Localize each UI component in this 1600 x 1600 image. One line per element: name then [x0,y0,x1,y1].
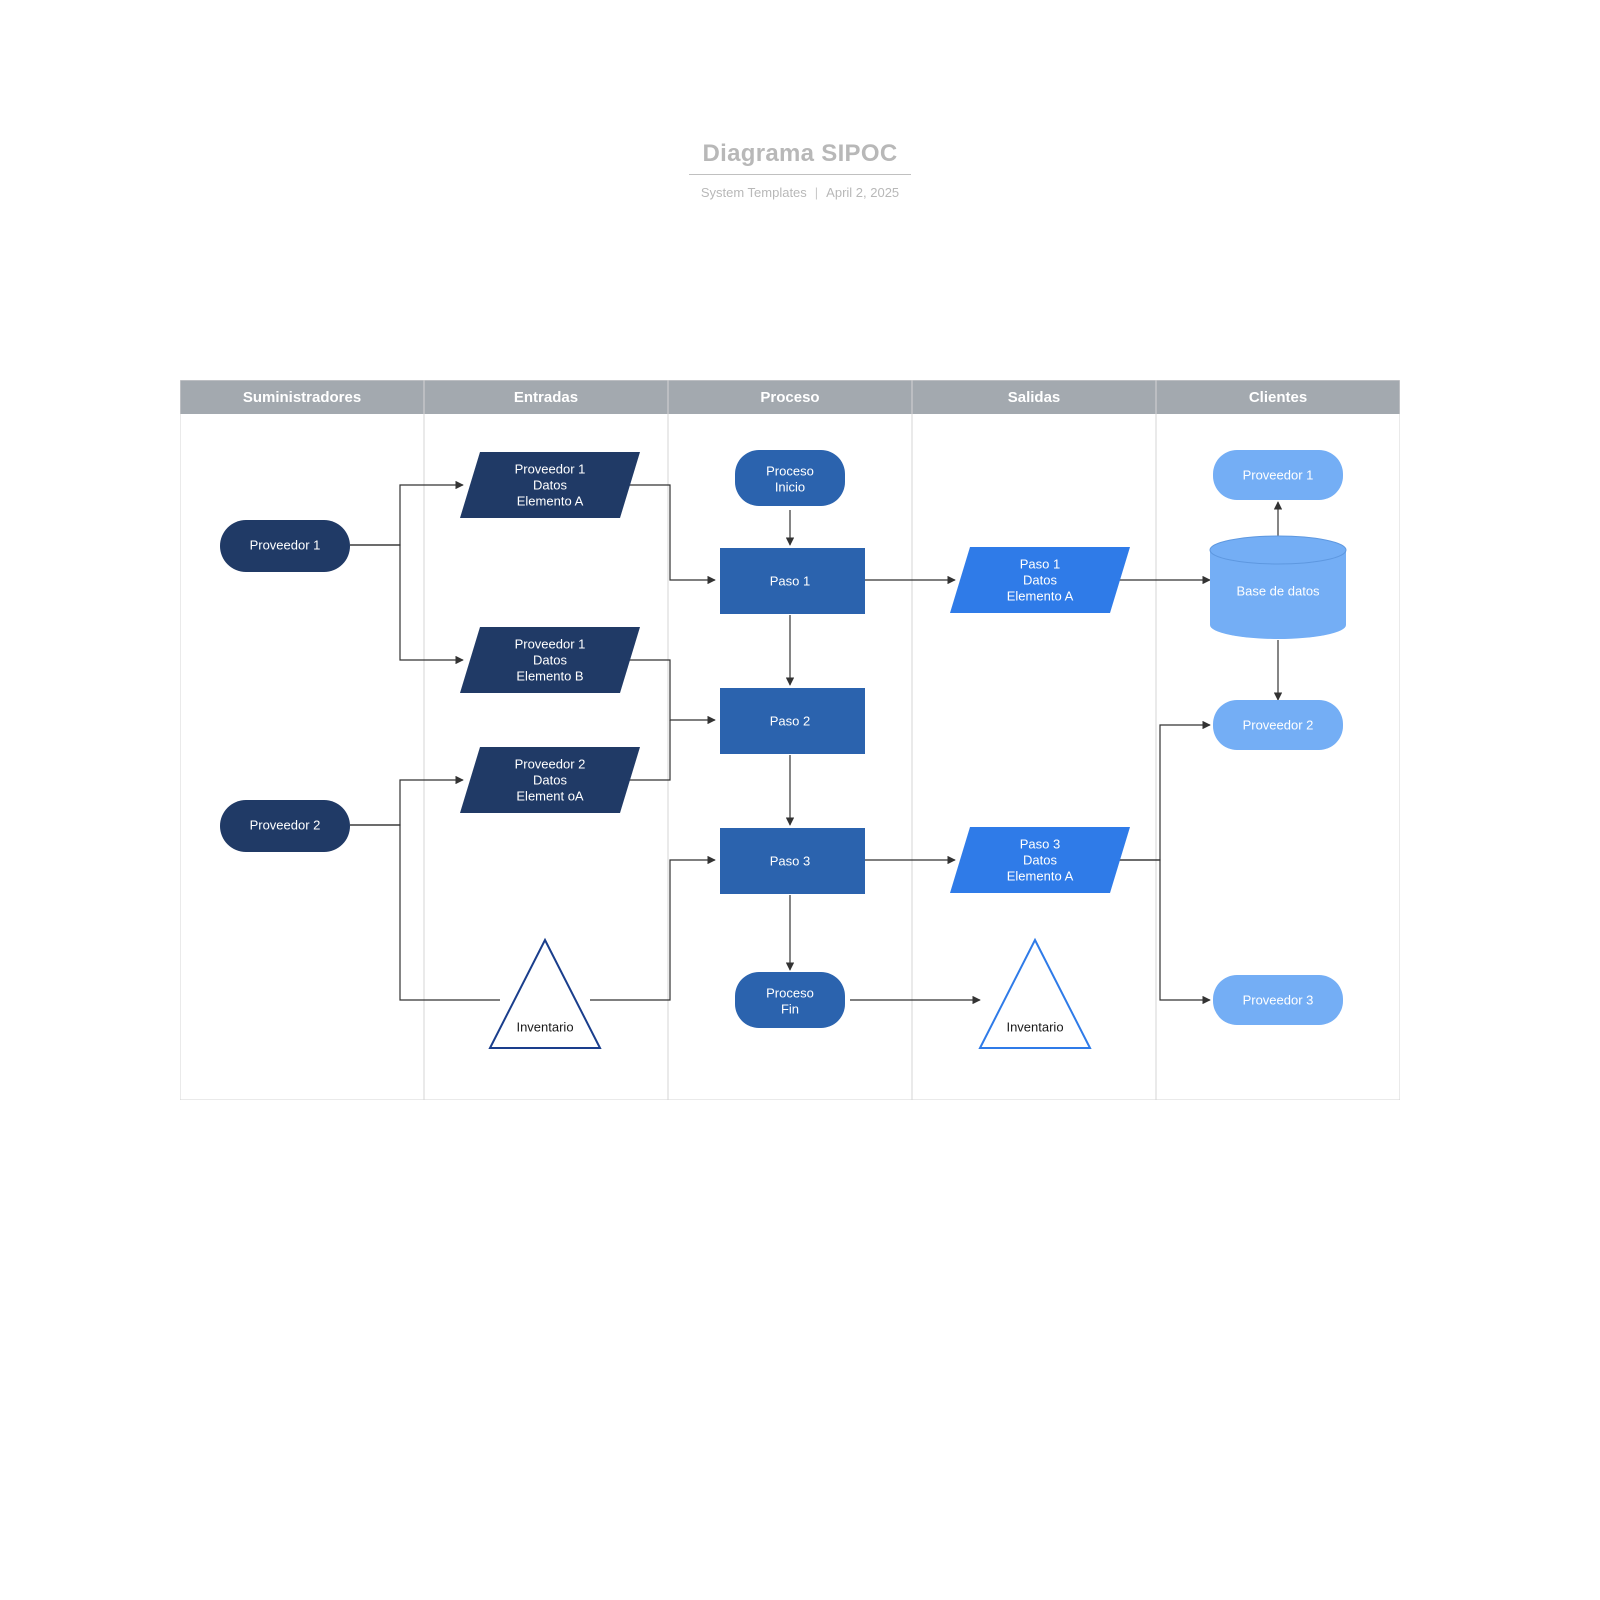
svg-text:Paso 1: Paso 1 [770,573,810,588]
inventory-in-node: Inventario [490,940,600,1048]
customer2-node: Proveedor 2 [1213,700,1343,750]
svg-text:Datos: Datos [533,772,567,787]
svg-text:Proveedor 2: Proveedor 2 [250,817,321,832]
svg-text:Inventario: Inventario [516,1019,573,1034]
output1-node: Paso 1 Datos Elemento A [950,547,1130,613]
output3-node: Paso 3 Datos Elemento A [950,827,1130,893]
diagram-meta: System Templates | April 2, 2025 [0,185,1600,200]
svg-text:Base de datos: Base de datos [1236,583,1320,598]
col-inputs: Entradas [514,389,578,406]
customer1-node: Proveedor 1 [1213,450,1343,500]
svg-text:Proveedor 2: Proveedor 2 [515,756,586,771]
step2-node: Paso 2 [720,688,865,754]
svg-text:Proveedor 3: Proveedor 3 [1243,992,1314,1007]
svg-text:Elemento A: Elemento A [517,493,584,508]
input2-node: Proveedor 1 Datos Elemento B [460,627,640,693]
svg-text:Proveedor 2: Proveedor 2 [1243,717,1314,732]
diagram-title: Diagrama SIPOC [689,140,912,175]
meta-separator: | [815,185,818,200]
inventory-out-node: Inventario [980,940,1090,1048]
step3-node: Paso 3 [720,828,865,894]
svg-text:Proceso: Proceso [766,985,814,1000]
supplier1-node: Proveedor 1 [220,520,350,572]
svg-text:Proveedor 1: Proveedor 1 [1243,467,1314,482]
customer3-node: Proveedor 3 [1213,975,1343,1025]
col-suppliers: Suministradores [243,389,361,406]
col-customers: Clientes [1249,389,1307,406]
svg-text:Elemento B: Elemento B [516,668,583,683]
sipoc-diagram: Suministradores Entradas Proceso Salidas… [180,380,1400,1100]
col-outputs: Salidas [1008,389,1061,406]
svg-text:Elemento A: Elemento A [1007,868,1074,883]
svg-text:Paso 1: Paso 1 [1020,556,1060,571]
step1-node: Paso 1 [720,548,865,614]
process-end-node: Proceso Fin [735,972,845,1028]
svg-text:Datos: Datos [533,652,567,667]
svg-text:Proceso: Proceso [766,463,814,478]
svg-text:Proveedor 1: Proveedor 1 [250,537,321,552]
title-block: Diagrama SIPOC System Templates | April 2,… [0,140,1600,200]
meta-date: April 2, 2025 [826,185,899,200]
meta-author: System Templates [701,185,807,200]
svg-text:Datos: Datos [1023,852,1057,867]
svg-text:Proveedor 1: Proveedor 1 [515,636,586,651]
col-process: Proceso [760,389,819,406]
svg-text:Paso 2: Paso 2 [770,713,810,728]
svg-text:Datos: Datos [533,477,567,492]
svg-text:Inventario: Inventario [1006,1019,1063,1034]
supplier2-node: Proveedor 2 [220,800,350,852]
svg-text:Fin: Fin [781,1001,799,1016]
svg-text:Proveedor 1: Proveedor 1 [515,461,586,476]
svg-text:Elemento A: Elemento A [1007,588,1074,603]
process-start-node: Proceso Inicio [735,450,845,506]
input3-node: Proveedor 2 Datos Element oA [460,747,640,813]
input1-node: Proveedor 1 Datos Elemento A [460,452,640,518]
database-node: Base de datos [1210,536,1346,639]
svg-text:Element oA: Element oA [516,788,584,803]
svg-text:Paso 3: Paso 3 [1020,836,1060,851]
svg-text:Paso 3: Paso 3 [770,853,810,868]
svg-text:Inicio: Inicio [775,479,805,494]
svg-text:Datos: Datos [1023,572,1057,587]
